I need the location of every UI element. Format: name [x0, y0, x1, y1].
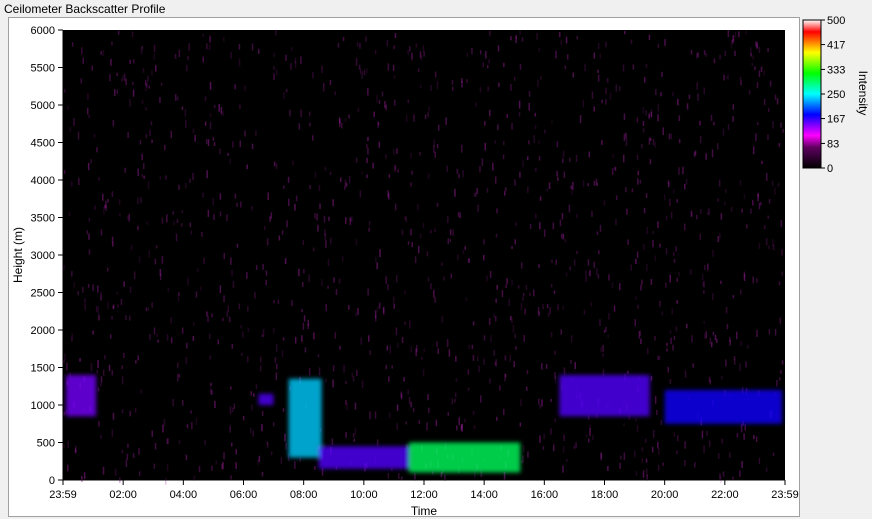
y-tick-label: 3500	[31, 213, 55, 225]
x-tick-label: 16:00	[531, 489, 559, 501]
x-tick-label: 22:00	[711, 489, 739, 501]
backscatter-layer-4	[409, 442, 521, 473]
x-axis-ticks: 23:59 02:00 04:00 06:00 08:00 10:00 12:00 14:00…	[49, 480, 799, 501]
y-tick-label: 1500	[31, 363, 55, 375]
x-tick-label: 08:00	[290, 489, 318, 501]
x-tick-label: 06:00	[230, 489, 258, 501]
y-tick-label: 5500	[31, 63, 55, 75]
x-tick-label: 23:59	[771, 489, 799, 501]
x-tick-label: 23:59	[49, 489, 77, 501]
x-tick-label: 04:00	[170, 489, 198, 501]
y-tick-label: 1000	[31, 400, 55, 412]
backscatter-layer-5	[559, 375, 650, 417]
backscatter-layer-6	[664, 390, 782, 424]
backscatter-layer-1	[258, 393, 274, 406]
y-tick-label: 0	[49, 475, 55, 487]
y-tick-label: 3000	[31, 250, 55, 262]
y-tick-label: 500	[37, 438, 55, 450]
colorbar-title: Intensity	[856, 71, 870, 116]
y-tick-label: 5000	[31, 100, 55, 112]
y-tick-label: 4500	[31, 138, 55, 150]
x-tick-label: 14:00	[470, 489, 498, 501]
x-tick-label: 20:00	[651, 489, 679, 501]
colorbar-ticks: 0 83 167 250 333 417 500	[821, 15, 845, 175]
colorbar-tick-label: 417	[827, 40, 845, 52]
backscatter-layer-0	[66, 375, 97, 417]
colorbar-tick-label: 500	[827, 15, 845, 27]
colorbar-tick-label: 167	[827, 114, 845, 126]
y-tick-label: 6000	[31, 25, 55, 37]
colorbar-tick-label: 333	[827, 64, 845, 76]
backscatter-layer-3	[318, 446, 409, 469]
y-axis-title: Height (m)	[11, 227, 25, 283]
y-tick-label: 2000	[31, 325, 55, 337]
colorbar-tick-label: 83	[827, 138, 839, 150]
y-tick-label: 4000	[31, 175, 55, 187]
colorbar-tick-label: 250	[827, 89, 845, 101]
x-tick-label: 10:00	[350, 489, 378, 501]
chart: 23:59 02:00 04:00 06:00 08:00 10:00 12:00 14:00…	[11, 15, 870, 518]
colorbar	[802, 19, 822, 169]
backscatter-layer-2	[288, 378, 322, 458]
colorbar-tick-label: 0	[827, 163, 833, 175]
x-axis-title: Time	[411, 504, 438, 518]
x-tick-label: 12:00	[410, 489, 438, 501]
x-tick-label: 18:00	[591, 489, 619, 501]
x-tick-label: 02:00	[109, 489, 137, 501]
y-axis-ticks: 0 500 1000 1500 2000 2500 3000 3500 4000 4500 5000…	[31, 25, 63, 487]
y-tick-label: 2500	[31, 288, 55, 300]
